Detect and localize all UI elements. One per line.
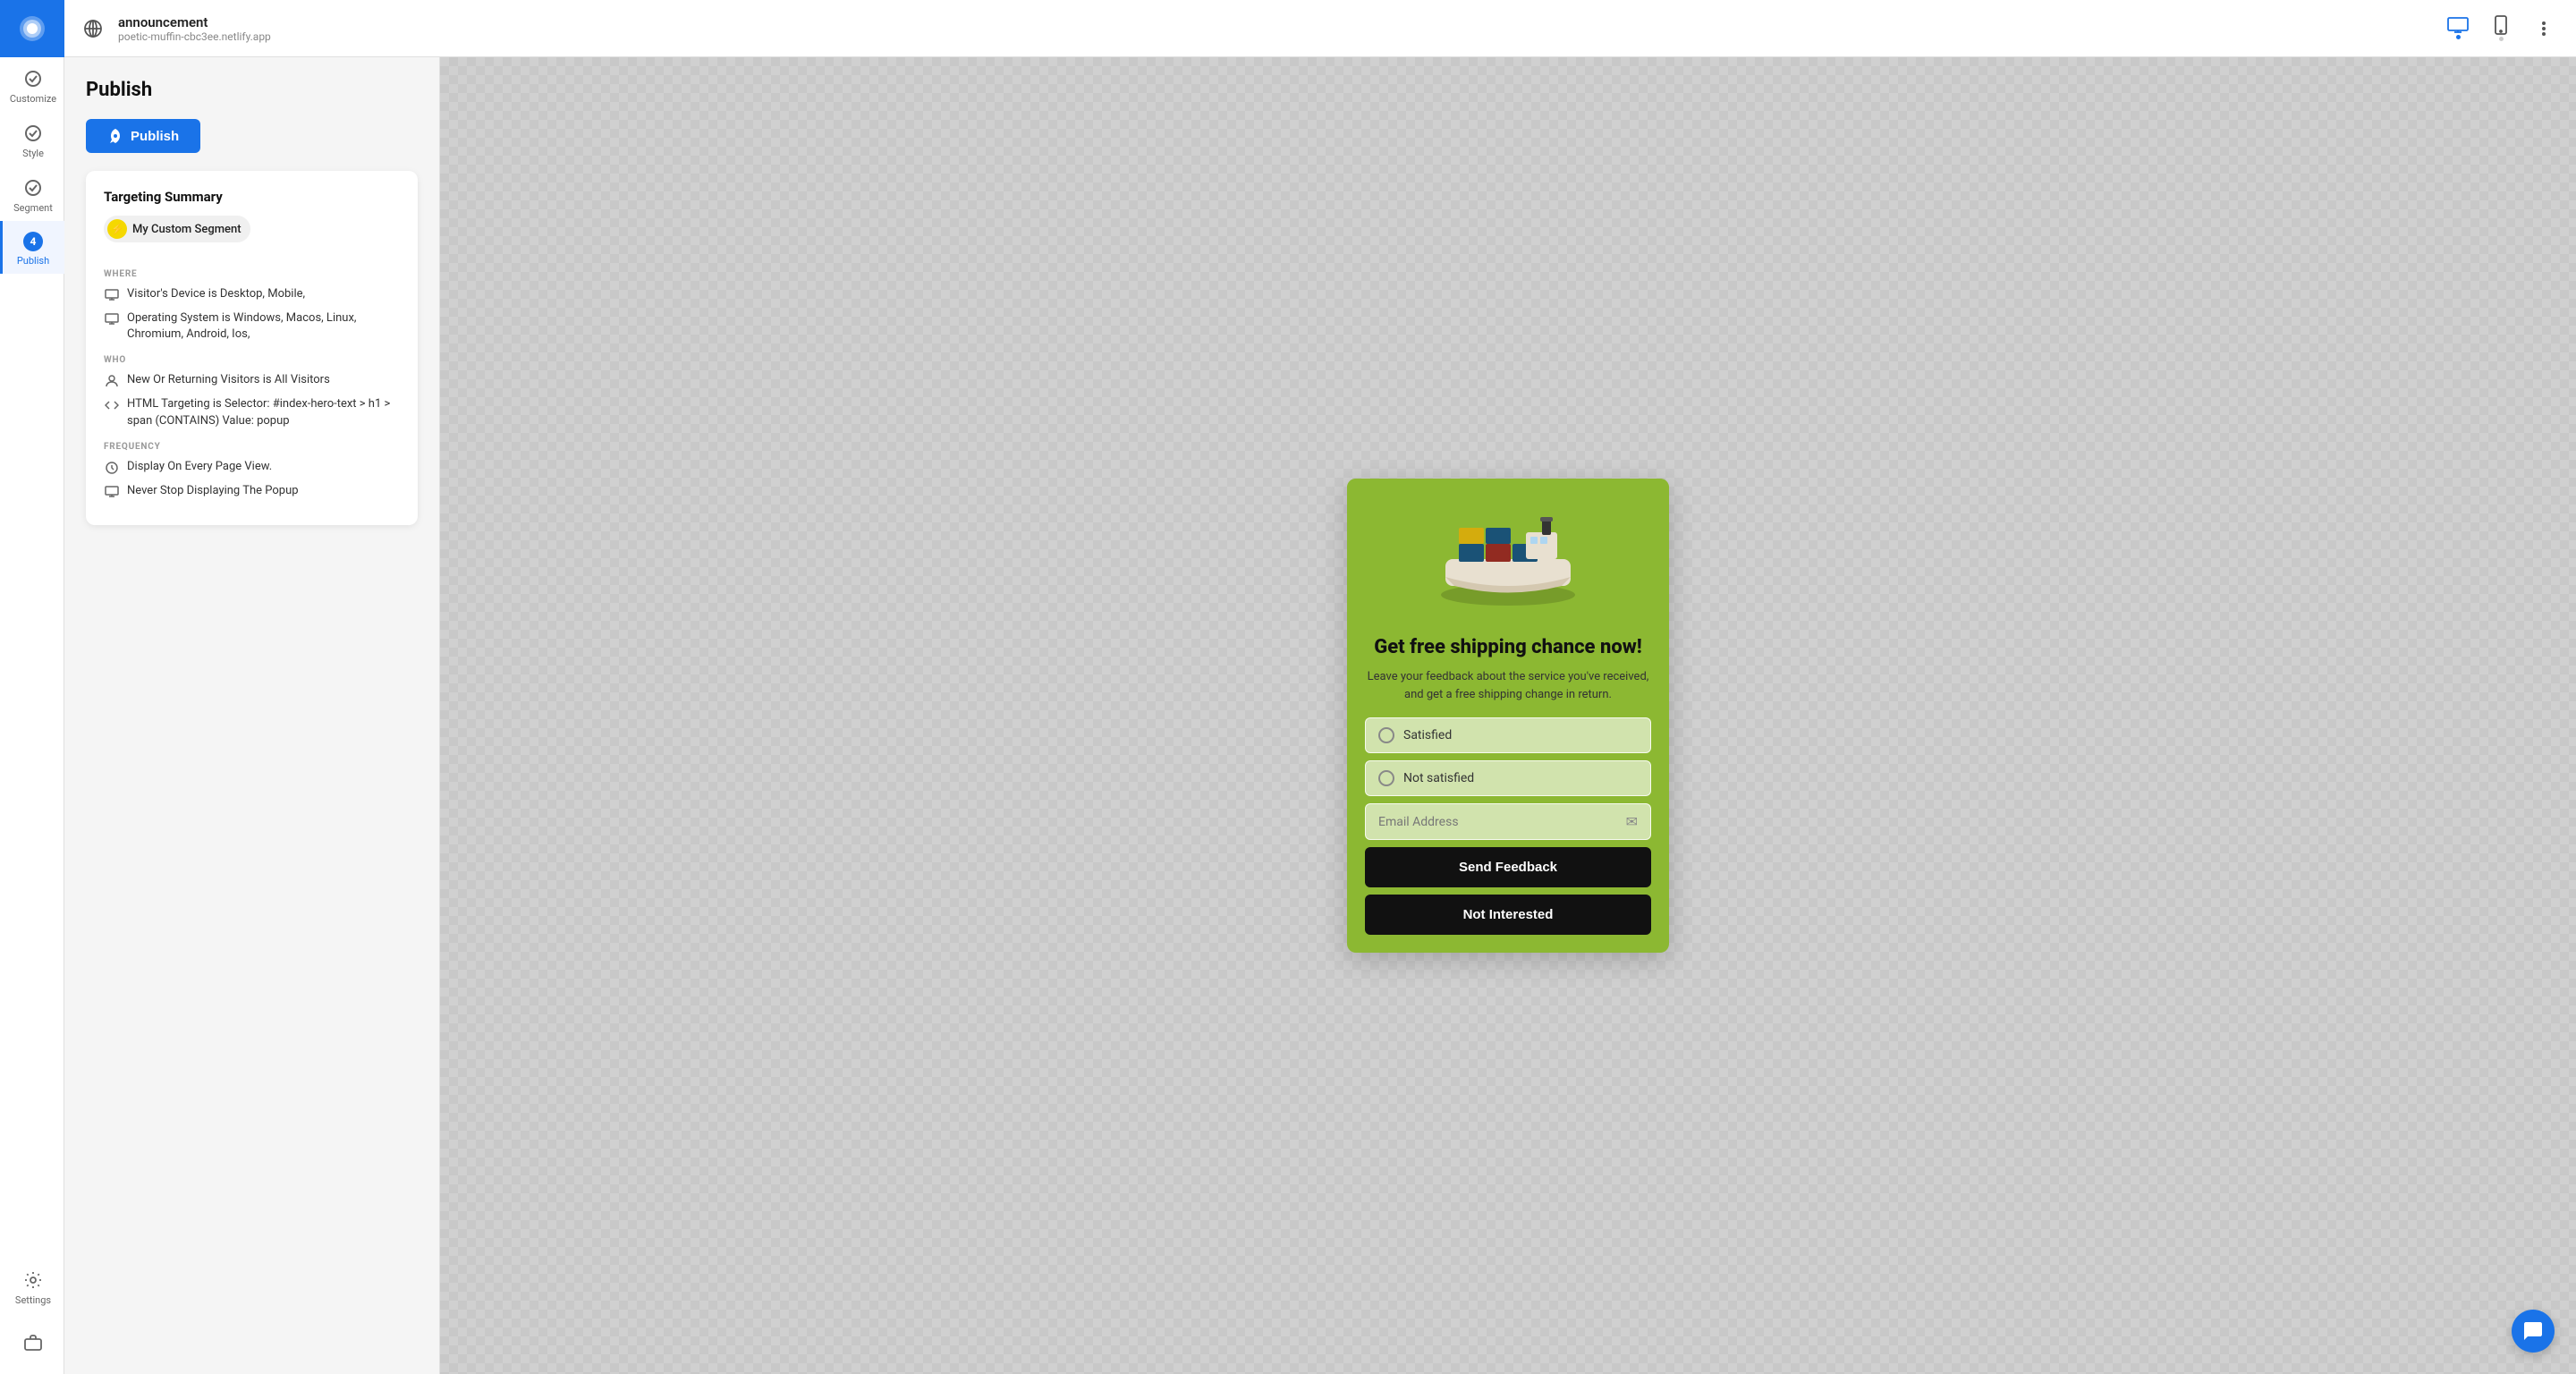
frequency-display-text: Display On Every Page View. bbox=[127, 459, 272, 475]
sidebar-item-settings[interactable]: Settings bbox=[0, 1259, 64, 1313]
who-visitor-row: New Or Returning Visitors is All Visitor… bbox=[104, 372, 400, 389]
sidebar-bottom: Settings bbox=[0, 1259, 64, 1374]
person-icon bbox=[104, 373, 120, 389]
check-icon bbox=[22, 68, 44, 89]
desktop-icon[interactable] bbox=[2440, 11, 2476, 47]
frequency-stop-text: Never Stop Displaying The Popup bbox=[127, 483, 299, 499]
publish-button-label: Publish bbox=[131, 129, 179, 144]
frequency-label: FREQUENCY bbox=[104, 442, 400, 452]
send-feedback-button[interactable]: Send Feedback bbox=[1365, 847, 1651, 887]
sidebar-item-customize[interactable]: Customize bbox=[0, 57, 64, 112]
sidebar: Customize Style Segment 4 Publish bbox=[0, 0, 64, 1374]
frequency-monitor-icon bbox=[104, 484, 120, 500]
popup-option-not-satisfied[interactable]: Not satisfied bbox=[1365, 760, 1651, 796]
logo-icon bbox=[18, 14, 47, 43]
topbar-site-url: poetic-muffin-cbc3ee.netlify.app bbox=[118, 30, 271, 43]
publish-button[interactable]: Publish bbox=[86, 119, 200, 153]
where-label: WHERE bbox=[104, 269, 400, 279]
option-satisfied-label: Satisfied bbox=[1403, 728, 1452, 742]
chat-icon bbox=[2522, 1320, 2544, 1342]
segment-icon: ⚡ bbox=[107, 219, 127, 239]
segment-check-icon bbox=[22, 177, 44, 199]
device-icon bbox=[104, 287, 120, 303]
publish-panel: Publish Publish Targeting Summary ⚡ My C… bbox=[64, 57, 440, 1374]
not-interested-button[interactable]: Not Interested bbox=[1365, 895, 1651, 935]
app-logo[interactable] bbox=[0, 0, 64, 57]
email-icon: ✉ bbox=[1626, 813, 1638, 830]
popup-heading: Get free shipping chance now! bbox=[1365, 636, 1651, 659]
main-area: announcement poetic-muffin-cbc3ee.netlif… bbox=[64, 0, 2576, 1374]
where-device-text: Visitor's Device is Desktop, Mobile, bbox=[127, 286, 305, 302]
topbar: announcement poetic-muffin-cbc3ee.netlif… bbox=[64, 0, 2576, 57]
who-html-text: HTML Targeting is Selector: #index-hero-… bbox=[127, 396, 400, 428]
style-check-icon bbox=[22, 123, 44, 144]
frequency-display-row: Display On Every Page View. bbox=[104, 459, 400, 476]
publish-badge: 4 bbox=[23, 232, 43, 251]
segment-badge: ⚡ My Custom Segment bbox=[104, 216, 250, 242]
popup-body: Get free shipping chance now! Leave your… bbox=[1347, 622, 1669, 953]
sidebar-item-segment-label: Segment bbox=[13, 202, 53, 214]
popup-image-area bbox=[1347, 479, 1669, 622]
sidebar-item-briefcase[interactable] bbox=[0, 1320, 64, 1360]
more-options-icon[interactable] bbox=[2526, 11, 2562, 47]
sidebar-item-style-label: Style bbox=[22, 148, 44, 159]
topbar-icons bbox=[2440, 11, 2562, 47]
who-visitor-text: New Or Returning Visitors is All Visitor… bbox=[127, 372, 330, 388]
option-not-satisfied-label: Not satisfied bbox=[1403, 771, 1474, 785]
rocket-icon bbox=[107, 128, 123, 144]
who-label: WHO bbox=[104, 355, 400, 365]
frequency-stop-row: Never Stop Displaying The Popup bbox=[104, 483, 400, 500]
topbar-site-name: announcement bbox=[118, 14, 271, 30]
popup-subtext: Leave your feedback about the service yo… bbox=[1365, 668, 1651, 703]
ship-illustration bbox=[1419, 492, 1597, 608]
sidebar-item-segment[interactable]: Segment bbox=[0, 166, 64, 221]
where-os-row: Operating System is Windows, Macos, Linu… bbox=[104, 310, 400, 343]
email-placeholder: Email Address bbox=[1378, 815, 1626, 829]
where-device-row: Visitor's Device is Desktop, Mobile, bbox=[104, 286, 400, 303]
settings-icon bbox=[22, 1269, 44, 1291]
targeting-title: Targeting Summary bbox=[104, 189, 400, 205]
sidebar-item-publish[interactable]: 4 Publish bbox=[0, 221, 64, 274]
preview-area: Get free shipping chance now! Leave your… bbox=[440, 57, 2576, 1374]
globe-icon bbox=[79, 14, 107, 43]
segment-name: My Custom Segment bbox=[132, 223, 242, 236]
sidebar-item-style[interactable]: Style bbox=[0, 112, 64, 166]
popup-option-satisfied[interactable]: Satisfied bbox=[1365, 717, 1651, 753]
mobile-icon[interactable] bbox=[2483, 11, 2519, 47]
clock-icon bbox=[104, 460, 120, 476]
publish-panel-title: Publish bbox=[86, 79, 418, 101]
popup-email-input-row[interactable]: Email Address ✉ bbox=[1365, 803, 1651, 840]
topbar-title-group: announcement poetic-muffin-cbc3ee.netlif… bbox=[118, 14, 271, 43]
sidebar-item-customize-label: Customize bbox=[10, 93, 56, 105]
targeting-card: Targeting Summary ⚡ My Custom Segment WH… bbox=[86, 171, 418, 525]
content-row: Publish Publish Targeting Summary ⚡ My C… bbox=[64, 57, 2576, 1374]
briefcase-icon bbox=[22, 1331, 44, 1353]
popup-card: Get free shipping chance now! Leave your… bbox=[1347, 479, 1669, 953]
code-icon bbox=[104, 397, 120, 413]
who-html-row: HTML Targeting is Selector: #index-hero-… bbox=[104, 396, 400, 428]
radio-not-satisfied[interactable] bbox=[1378, 770, 1394, 786]
os-icon bbox=[104, 311, 120, 327]
sidebar-settings-label: Settings bbox=[15, 1294, 51, 1306]
chat-bubble[interactable] bbox=[2512, 1310, 2555, 1353]
radio-satisfied[interactable] bbox=[1378, 727, 1394, 743]
sidebar-item-publish-label: Publish bbox=[17, 255, 49, 267]
where-os-text: Operating System is Windows, Macos, Linu… bbox=[127, 310, 400, 343]
